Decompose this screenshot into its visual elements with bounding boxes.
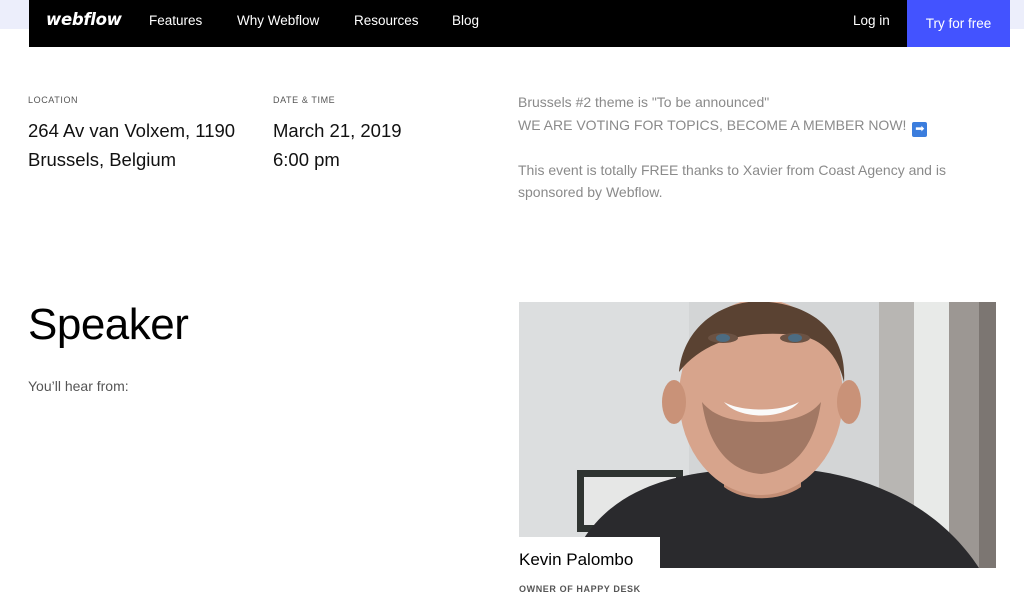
event-description: Brussels #2 theme is "To be announced" W…: [518, 91, 998, 204]
description-line-3: This event is totally FREE thanks to Xav…: [518, 161, 946, 201]
location-line-1: 264 Av van Volxem, 1190: [28, 120, 236, 141]
location-line-2: Brussels, Belgium: [28, 149, 177, 170]
webflow-logo[interactable]: webflow: [46, 10, 122, 29]
event-date: March 21, 2019: [273, 120, 402, 141]
right-arrow-emoji-icon: ➡: [912, 121, 928, 137]
top-strip-right: [1010, 0, 1024, 29]
event-time: 6:00 pm: [273, 149, 340, 170]
try-for-free-button[interactable]: Try for free: [907, 0, 1010, 47]
description-line-2: WE ARE VOTING FOR TOPICS, BECOME A MEMBE…: [518, 114, 998, 137]
navbar: webflow Features Why Webflow Resources B…: [29, 0, 1010, 47]
nav-link-why-webflow[interactable]: Why Webflow: [237, 13, 319, 28]
speaker-name-card: Kevin Palombo: [509, 537, 660, 577]
description-line-1: Brussels #2 theme is "To be announced": [518, 94, 770, 110]
login-link[interactable]: Log in: [853, 13, 890, 28]
location-label: LOCATION: [28, 95, 79, 105]
top-strip-left: [0, 0, 29, 29]
speaker-name: Kevin Palombo: [519, 550, 634, 569]
speaker-photo: [519, 302, 996, 568]
nav-link-features[interactable]: Features: [149, 13, 202, 28]
description-line-2-text: WE ARE VOTING FOR TOPICS, BECOME A MEMBE…: [518, 116, 907, 133]
nav-link-blog[interactable]: Blog: [452, 13, 479, 28]
speaker-subheading: You’ll hear from:: [28, 378, 129, 394]
datetime-label: DATE & TIME: [273, 95, 336, 105]
speaker-heading: Speaker: [28, 300, 189, 349]
nav-link-resources[interactable]: Resources: [354, 13, 419, 28]
speaker-role: OWNER OF HAPPY DESK: [519, 584, 641, 594]
